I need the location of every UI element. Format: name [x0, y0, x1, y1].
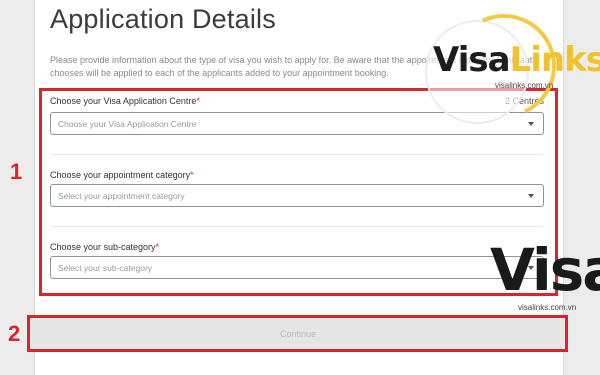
- watermark-logo-links: Links: [509, 40, 600, 80]
- watermark-large-text: VisaLinks: [490, 240, 600, 304]
- watermark-logo-visa: Visa: [433, 40, 511, 80]
- page-title: Application Details: [50, 4, 276, 34]
- watermark-url-bottom: visalinks.com.vn: [518, 303, 577, 312]
- annotation-number-1: 1: [10, 159, 23, 184]
- watermark-url: visalinks.com.vn: [495, 81, 554, 90]
- annotation-number-2: 2: [8, 321, 21, 346]
- annotation-box-2: [27, 315, 568, 352]
- watermark-logo: VisaLinks: [433, 40, 600, 80]
